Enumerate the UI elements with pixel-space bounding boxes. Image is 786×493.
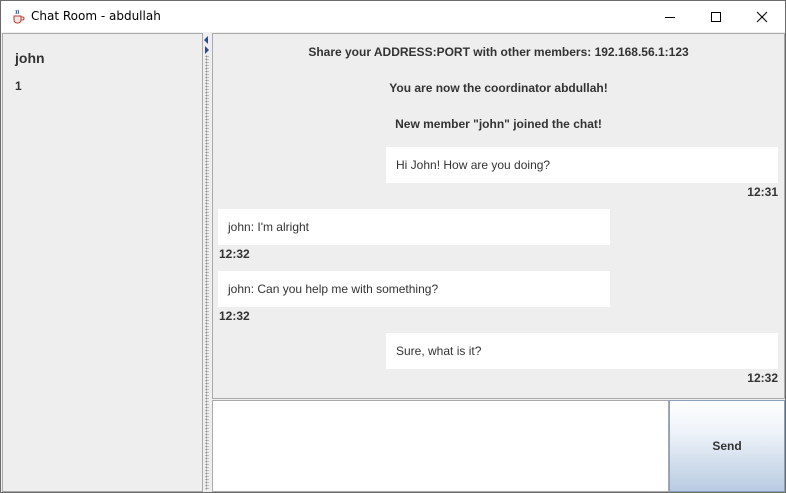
- message-bubble-incoming: john: I'm alright: [218, 209, 610, 245]
- split-divider[interactable]: [203, 33, 211, 492]
- system-message-coordinator: You are now the coordinator abdullah!: [389, 81, 608, 95]
- message-time: 12:31: [747, 185, 778, 199]
- message-bubble-outgoing: Hi John! How are you doing?: [386, 147, 778, 183]
- message-input-container: [212, 400, 669, 492]
- message-time: 12:32: [747, 371, 778, 385]
- expand-right-icon[interactable]: [205, 46, 209, 54]
- members-panel: john 1: [2, 33, 203, 492]
- window-title: Chat Room - abdullah: [31, 9, 161, 23]
- chat-window: Chat Room - abdullah john 1 Share your A…: [0, 0, 786, 493]
- member-count: 1: [15, 79, 22, 93]
- maximize-icon: [711, 11, 721, 22]
- maximize-button[interactable]: [693, 1, 739, 32]
- chat-messages-area: Share your ADDRESS:PORT with other membe…: [212, 33, 785, 399]
- close-button[interactable]: [739, 1, 785, 32]
- minimize-button[interactable]: [647, 1, 693, 32]
- message-time: 12:32: [219, 309, 250, 323]
- close-icon: [756, 11, 768, 22]
- system-message-address: Share your ADDRESS:PORT with other membe…: [308, 45, 689, 59]
- system-message-joined: New member "john" joined the chat!: [395, 117, 602, 131]
- message-bubble-outgoing: Sure, what is it?: [386, 333, 778, 369]
- message-input[interactable]: [213, 401, 668, 491]
- minimize-icon: [665, 16, 675, 18]
- message-time: 12:32: [219, 247, 250, 261]
- divider-grip[interactable]: [205, 55, 209, 490]
- collapse-left-icon[interactable]: [204, 36, 208, 44]
- send-button[interactable]: Send: [669, 400, 785, 492]
- member-name[interactable]: john: [15, 50, 45, 66]
- java-cup-icon: [10, 8, 26, 24]
- message-bubble-incoming: john: Can you help me with something?: [218, 271, 610, 307]
- title-bar: Chat Room - abdullah: [1, 1, 785, 32]
